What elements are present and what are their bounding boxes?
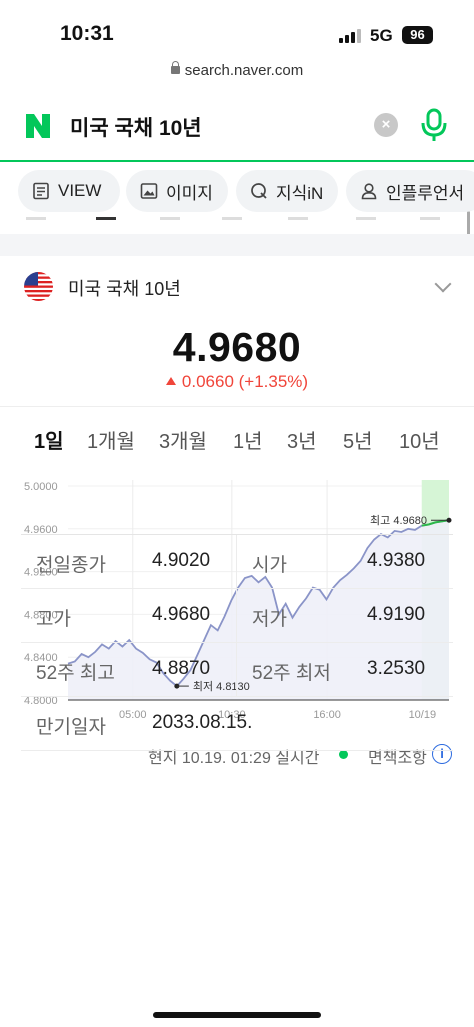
search-tabs: VIEW 이미지 지식iN 인플루언서 xyxy=(0,170,474,214)
naver-logo-icon[interactable] xyxy=(24,112,52,140)
stat-label: 52주 최고 xyxy=(36,663,115,684)
stat-label: 전일종가 xyxy=(36,555,106,576)
tab-label: VIEW xyxy=(58,181,102,200)
tab-view[interactable]: VIEW xyxy=(18,170,120,212)
url-bar[interactable]: search.naver.com xyxy=(0,61,474,86)
live-dot-icon xyxy=(339,750,348,759)
y-tick-label: 5.0000 xyxy=(24,481,58,493)
tab-3m[interactable]: 3개월 xyxy=(159,425,207,454)
tab-5y[interactable]: 5년 xyxy=(343,425,373,454)
stat-value: 4.9020 xyxy=(152,550,211,571)
battery-icon: 96 xyxy=(402,26,433,44)
stat-value: 4.9680 xyxy=(152,604,211,625)
stat-value: 4.8870 xyxy=(152,658,211,679)
home-indicator xyxy=(153,1012,321,1018)
tab-10y[interactable]: 10년 xyxy=(399,425,440,454)
stat-label: 고가 xyxy=(36,609,71,630)
tab-kin[interactable]: 지식iN xyxy=(236,170,338,212)
tab-1d[interactable]: 1일 xyxy=(34,425,64,454)
search-input[interactable]: 미국 국채 10년 xyxy=(70,112,202,142)
stat-value: 2033.08.15. xyxy=(152,712,253,733)
section-separator xyxy=(0,234,474,256)
tab-1y[interactable]: 1년 xyxy=(233,425,263,454)
stats-table: 전일종가 4.9020 시가 4.9380 고가 4.9680 저가 4.919… xyxy=(21,534,453,751)
chevron-down-icon[interactable] xyxy=(434,275,452,293)
signal-icon xyxy=(339,29,363,43)
status-time: 10:31 xyxy=(60,22,114,45)
up-arrow-icon xyxy=(165,377,176,385)
high-point xyxy=(446,517,452,523)
table-row: 전일종가 4.9020 시가 4.9380 xyxy=(21,535,453,589)
status-bar: 10:31 5G 96 xyxy=(0,0,474,62)
search-underline xyxy=(0,160,474,162)
stat-label: 만기일자 xyxy=(36,717,106,738)
tab-label: 이미지 xyxy=(166,183,213,203)
current-price: 4.9680 xyxy=(172,324,302,370)
stat-value: 4.9380 xyxy=(367,550,426,571)
lock-icon xyxy=(170,61,180,74)
tab-label: 지식iN xyxy=(276,183,324,203)
table-row: 고가 4.9680 저가 4.9190 xyxy=(21,589,453,643)
tab-3y[interactable]: 3년 xyxy=(287,425,317,454)
tab-image[interactable]: 이미지 xyxy=(126,170,228,212)
clear-icon[interactable]: × xyxy=(374,113,398,137)
image-icon xyxy=(140,183,158,199)
tab-label: 인플루언서 xyxy=(386,183,465,203)
search-bar: 미국 국채 10년 × xyxy=(0,96,474,255)
us-flag-icon xyxy=(24,272,53,301)
tab-1m[interactable]: 1개월 xyxy=(87,425,135,454)
high-label: 최고 4.9680 xyxy=(370,514,427,527)
stat-label: 시가 xyxy=(252,555,287,576)
price-change-text: 0.0660 (+1.35%) xyxy=(181,372,309,391)
price-change: 0.0660 (+1.35%) xyxy=(0,372,474,392)
tab-influencer[interactable]: 인플루언서 xyxy=(346,170,474,212)
person-icon xyxy=(361,183,377,200)
q-icon xyxy=(251,183,267,199)
url-text: search.naver.com xyxy=(184,62,304,79)
network-label: 5G xyxy=(370,26,393,45)
stat-value: 4.9190 xyxy=(367,604,426,625)
instrument-name: 미국 국채 10년 xyxy=(68,279,181,299)
scrolled-tabs-row xyxy=(0,214,474,226)
table-row: 52주 최고 4.8870 52주 최저 3.2530 xyxy=(21,643,453,697)
mic-icon[interactable] xyxy=(420,108,448,142)
stat-label: 저가 xyxy=(252,609,287,630)
document-icon xyxy=(33,182,49,200)
period-tabs: 1일 1개월 3개월 1년 3년 5년 10년 xyxy=(0,406,474,470)
table-row: 만기일자 2033.08.15. xyxy=(21,697,453,751)
stat-value: 3.2530 xyxy=(367,658,426,679)
stat-label: 52주 최저 xyxy=(252,663,331,684)
